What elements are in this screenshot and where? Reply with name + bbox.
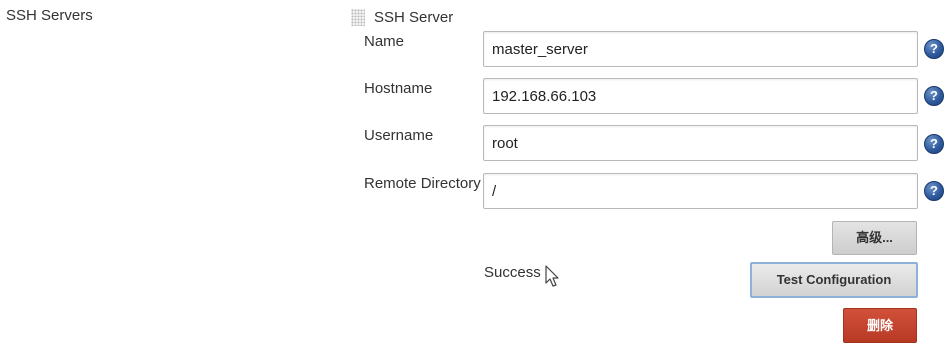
ssh-servers-config: SSH Servers SSH Server Name ? Hostname ?… — [0, 0, 951, 347]
help-icon[interactable]: ? — [924, 39, 944, 59]
ssh-server-title: SSH Server — [374, 9, 454, 26]
mouse-pointer-icon — [545, 265, 559, 287]
name-label: Name — [364, 33, 405, 50]
advanced-button[interactable]: 高级... — [832, 221, 917, 255]
test-status-text: Success — [484, 264, 541, 281]
help-icon[interactable]: ? — [924, 134, 944, 154]
hostname-field[interactable] — [483, 78, 918, 114]
help-icon[interactable]: ? — [924, 86, 944, 106]
remote-directory-label: Remote Directory — [364, 175, 481, 192]
username-field[interactable] — [483, 125, 918, 161]
name-field[interactable] — [483, 31, 918, 67]
username-label: Username — [364, 127, 434, 144]
section-label: SSH Servers — [6, 7, 93, 24]
test-configuration-button[interactable]: Test Configuration — [750, 262, 918, 298]
delete-button[interactable]: 删除 — [843, 308, 917, 343]
help-icon[interactable]: ? — [924, 181, 944, 201]
hostname-label: Hostname — [364, 80, 433, 97]
remote-directory-field[interactable] — [483, 173, 918, 209]
drag-handle-icon[interactable] — [351, 9, 365, 26]
